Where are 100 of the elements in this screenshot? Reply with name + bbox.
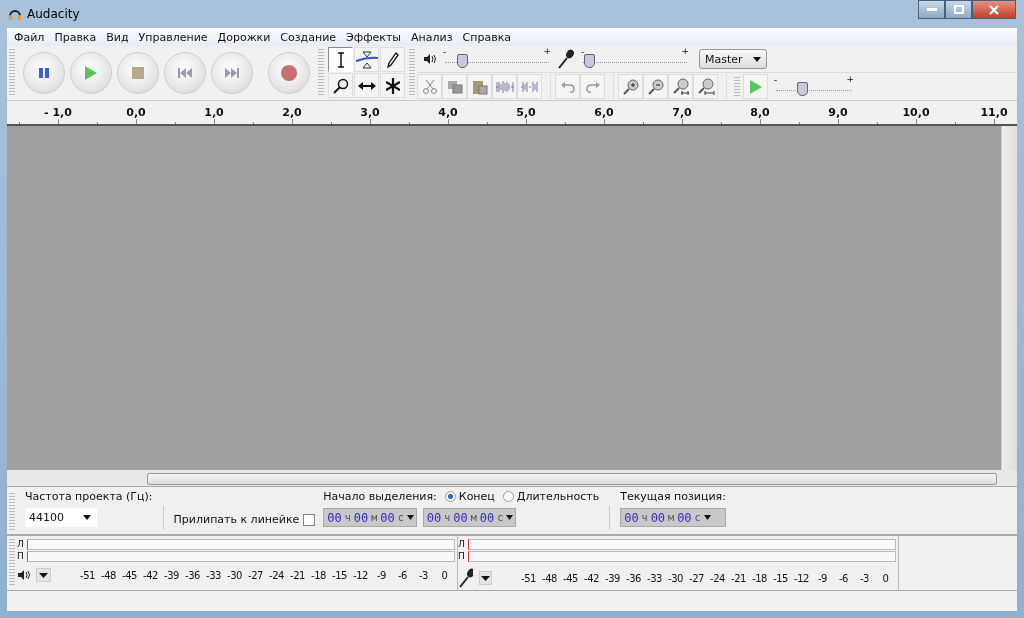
pause-button[interactable] [23, 52, 65, 94]
meter-scale-label: -42 [142, 569, 159, 581]
radio-option[interactable]: Длительность [502, 490, 600, 503]
meter-scale-label: -9 [376, 569, 387, 581]
meter-menu-button[interactable] [478, 571, 492, 585]
meter-scale-label: -33 [205, 569, 222, 581]
selection-start-time[interactable]: 00 ч 00 м 00 с [323, 508, 417, 527]
meter-scale-label: -15 [331, 569, 348, 581]
menu-item[interactable]: Вид [101, 30, 134, 44]
ruler-label: 4,0 [438, 106, 458, 121]
select-tool-button[interactable] [328, 47, 353, 72]
meter-scale-label: -51 [79, 569, 96, 581]
timeline-ruler[interactable]: - 1,0 0,0 1,0 2,0 3,0 4,0 5,0 6,0 7,0 8,0 9,0 10,0 11,0 [7, 101, 1017, 126]
paste-button[interactable] [467, 74, 492, 99]
menu-item[interactable]: Файл [9, 30, 50, 44]
meter-scale-label: -42 [583, 572, 600, 584]
playback-volume-slider[interactable]: - + [443, 49, 551, 69]
caret-icon [703, 515, 711, 520]
menu-item[interactable]: Создание [275, 30, 342, 44]
meter-scale-label: -6 [397, 569, 408, 581]
meter-scale-label: -12 [793, 572, 810, 584]
meter-scale-label: -45 [121, 569, 138, 581]
ruler-label: 2,0 [282, 106, 302, 121]
meter-scale-label: 0 [881, 572, 890, 584]
zoom-in-button[interactable] [618, 74, 643, 99]
menu-item[interactable]: Правка [49, 30, 102, 44]
redo-arrow-icon [584, 80, 601, 93]
input-source-dropdown[interactable]: Master [699, 49, 767, 69]
radio-option[interactable]: Конец [444, 490, 495, 503]
skip-start-button[interactable] [164, 52, 206, 94]
microphone-icon [458, 568, 473, 588]
ruler-label: 1,0 [204, 106, 224, 121]
fit-project-button[interactable] [693, 74, 718, 99]
timeshift-tool-button[interactable] [354, 73, 379, 98]
skip-end-icon [225, 67, 239, 79]
magnifier-icon [696, 78, 715, 95]
pause-icon [37, 66, 51, 80]
copy-button[interactable] [442, 74, 467, 99]
meter-scale-label: -36 [184, 569, 201, 581]
microphone-icon [557, 49, 575, 69]
caret-icon [406, 515, 414, 520]
meter-scale-label: -30 [667, 572, 684, 584]
cut-button[interactable] [417, 74, 442, 99]
audio-position-time[interactable]: 00 ч 00 м 00 с [620, 508, 726, 527]
menu-item[interactable]: Эффекты [341, 30, 407, 44]
envelope-tool-button[interactable] [354, 47, 379, 72]
zoom-out-button[interactable] [643, 74, 668, 99]
meter-scale-label: -33 [646, 572, 663, 584]
magnifier-icon [332, 77, 349, 94]
horizontal-scrollbar[interactable] [7, 470, 1017, 486]
menu-item[interactable]: Управление [133, 30, 213, 44]
copy-icon [446, 79, 463, 94]
play-icon [748, 78, 763, 95]
draw-tool-button[interactable] [380, 47, 405, 72]
menu-item[interactable]: Анализ [406, 30, 458, 44]
scissors-icon [421, 78, 438, 95]
selection-end-time[interactable]: 00 ч 00 м 00 с [422, 508, 517, 527]
meter-scale-label: -39 [604, 572, 621, 584]
meter-scale-label: -6 [838, 572, 849, 584]
record-button[interactable] [268, 52, 310, 94]
envelope-icon [355, 50, 378, 69]
channel-label: Л [458, 539, 466, 549]
meter-scale-label: -3 [859, 572, 870, 584]
slider-thumb[interactable] [456, 54, 468, 68]
fit-selection-button[interactable] [668, 74, 693, 99]
meter-scale-label: -48 [100, 569, 117, 581]
meter-scale-label: -18 [751, 572, 768, 584]
multi-tool-button[interactable] [380, 73, 405, 98]
zoom-out-icon [647, 78, 664, 95]
ruler-label: - 1,0 [44, 106, 72, 121]
meter-scale-label: -30 [226, 569, 243, 581]
close-icon [989, 4, 999, 15]
recording-volume-slider[interactable]: - + [581, 49, 689, 69]
minimize-icon [926, 7, 937, 12]
maximize-button[interactable] [945, 0, 972, 19]
vertical-scrollbar[interactable] [1001, 126, 1017, 470]
menu-item[interactable]: Дорожки [212, 30, 276, 44]
caret-icon [480, 575, 490, 581]
close-button[interactable] [972, 0, 1016, 19]
project-rate-label: Частота проекта (Гц): [25, 490, 153, 503]
record-icon [281, 65, 297, 81]
playback-speed-slider[interactable]: - + [774, 76, 854, 97]
meter-menu-button[interactable] [36, 568, 51, 582]
undo-arrow-icon [559, 80, 576, 93]
caret-icon [506, 515, 514, 520]
ruler-label: 10,0 [902, 106, 930, 121]
slider-thumb[interactable] [584, 54, 596, 68]
minimize-button[interactable] [918, 0, 945, 19]
project-rate-dropdown[interactable]: 44100 [25, 508, 97, 527]
redo-button[interactable] [580, 74, 605, 99]
stop-icon [132, 67, 144, 79]
snap-checkbox[interactable] [303, 513, 316, 526]
window-title: Audacity [27, 7, 80, 21]
menu-item[interactable]: Справка [457, 30, 517, 44]
skip-end-button[interactable] [211, 52, 253, 94]
meter-scale-label: -15 [772, 572, 789, 584]
zoom-tool-button[interactable] [328, 73, 353, 98]
undo-button[interactable] [555, 74, 580, 99]
slider-thumb[interactable] [797, 81, 809, 96]
meter-scale-label: -36 [625, 572, 642, 584]
